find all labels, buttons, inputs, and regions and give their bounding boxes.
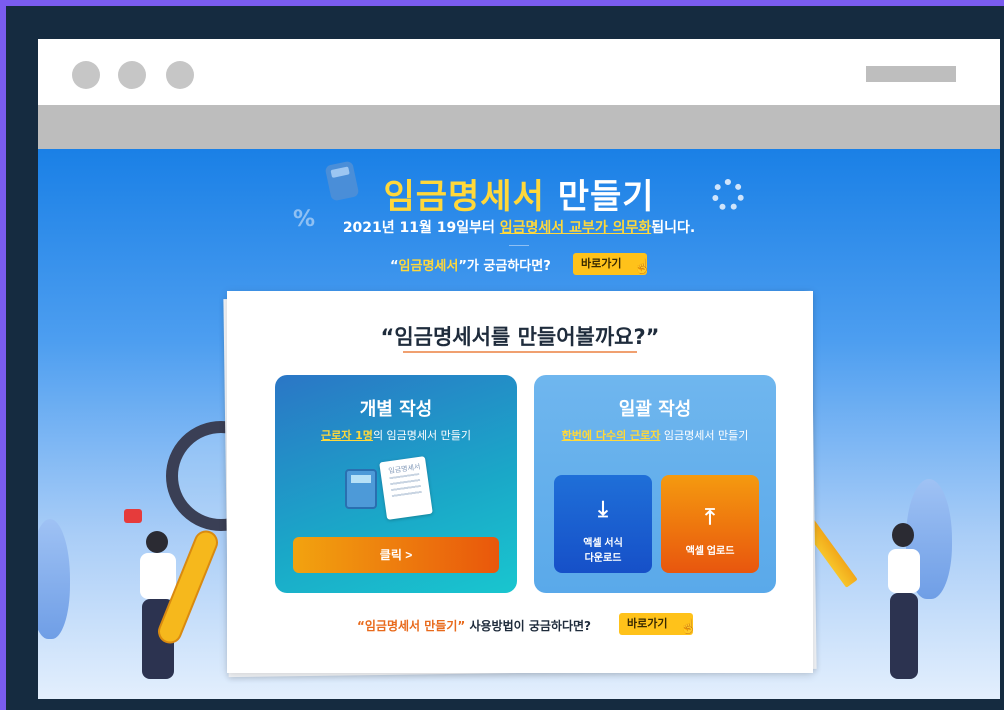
person-pencil-illustration bbox=[876, 519, 936, 689]
download-label: 액셀 서식 다운로드 bbox=[583, 538, 623, 564]
hero-question: “임금명세서”가 궁금하다면? bbox=[390, 255, 551, 274]
individual-desc: 근로자 1명의 임금명세서 만들기 bbox=[275, 427, 517, 443]
document-icon: 임금명세서 bbox=[379, 456, 433, 520]
person-pants bbox=[890, 593, 918, 679]
pointer-hand-icon: ☝ bbox=[679, 618, 697, 634]
page-content: % 임금명세서 만들기 2021년 11월 19일부터 임금명세서 교부가 의무… bbox=[38, 149, 1000, 699]
individual-click-button[interactable]: 클릭 > bbox=[293, 537, 499, 573]
bulk-title: 일괄 작성 bbox=[618, 399, 692, 420]
individual-desc-rest: 의 임금명세서 만들기 bbox=[372, 429, 472, 442]
hero-go-label: 바로가기 bbox=[581, 258, 622, 270]
window-close-control[interactable] bbox=[72, 61, 100, 89]
question-rest: ”가 궁금하다면? bbox=[458, 259, 551, 274]
usage-go-label: 바로가기 bbox=[627, 618, 668, 630]
hero-sub-underline: 임금명세서 교부가 의무화 bbox=[499, 220, 652, 236]
divider bbox=[509, 245, 529, 246]
title-highlight: 임금명세서 bbox=[383, 177, 545, 217]
payslip-illustration: 임금명세서 bbox=[345, 456, 445, 520]
excel-upload-button[interactable]: ⤒ 액셀 업로드 bbox=[661, 475, 759, 573]
hero-subtitle: 2021년 11월 19일부터 임금명세서 교부가 의무화됩니다. bbox=[38, 217, 1000, 237]
upload-icon: ⤒ bbox=[705, 503, 715, 529]
outer-frame: % 임금명세서 만들기 2021년 11월 19일부터 임금명세서 교부가 의무… bbox=[6, 6, 1004, 710]
panel-title: “임금명세서를 만들어볼까요?” bbox=[380, 325, 660, 349]
calculator-icon bbox=[345, 469, 377, 509]
individual-card: 개별 작성 근로자 1명의 임금명세서 만들기 임금명세서 클릭 > bbox=[275, 375, 517, 593]
title-rest: 만들기 bbox=[544, 177, 655, 217]
hero-sub-mid: 부터 bbox=[469, 220, 500, 236]
individual-desc-highlight: 근로자 1명 bbox=[320, 429, 373, 442]
pointer-hand-icon: ☝ bbox=[633, 258, 651, 274]
download-icon: ⤓ bbox=[598, 496, 608, 521]
page-title: 임금명세서 만들기 bbox=[38, 169, 1000, 218]
window-minimize-control[interactable] bbox=[118, 61, 146, 89]
usage-go-button[interactable]: 바로가기 ☝ bbox=[619, 613, 697, 635]
window-maximize-control[interactable] bbox=[166, 61, 194, 89]
person-shirt bbox=[140, 553, 176, 599]
hero-go-button[interactable]: 바로가기 ☝ bbox=[573, 253, 651, 275]
usage-rest: 사용방법이 궁금하다면? bbox=[465, 619, 591, 633]
bulk-desc-rest: 임금명세서 만들기 bbox=[660, 429, 749, 442]
panel-title-underline bbox=[403, 351, 637, 353]
megaphone-icon bbox=[124, 509, 142, 523]
hero-sub-end: 됩니다. bbox=[651, 220, 696, 236]
browser-toolbar bbox=[38, 105, 1000, 149]
tree-decoration-left bbox=[38, 519, 70, 639]
window-titlebar bbox=[38, 39, 1000, 105]
question-keyword: 임금명세서 bbox=[398, 259, 459, 274]
usage-question: “임금명세서 만들기” 사용방법이 궁금하다면? bbox=[357, 617, 591, 634]
usage-keyword: “임금명세서 만들기” bbox=[357, 619, 466, 633]
document-label: 임금명세서 bbox=[387, 462, 421, 476]
bulk-desc-highlight: 한번에 다수의 근로자 bbox=[561, 429, 661, 442]
individual-title: 개별 작성 bbox=[359, 399, 433, 420]
bulk-desc: 한번에 다수의 근로자 임금명세서 만들기 bbox=[534, 427, 776, 443]
bulk-card: 일괄 작성 한번에 다수의 근로자 임금명세서 만들기 ⤓ 액셀 서식 다운로드… bbox=[534, 375, 776, 593]
person-head bbox=[146, 531, 168, 553]
person-head bbox=[892, 523, 914, 547]
browser-window: % 임금명세서 만들기 2021년 11월 19일부터 임금명세서 교부가 의무… bbox=[38, 39, 1000, 699]
main-panel: “임금명세서를 만들어볼까요?” 개별 작성 근로자 1명의 임금명세서 만들기… bbox=[227, 291, 813, 673]
hero-sub-date: 2021년 11월 19일 bbox=[342, 220, 470, 236]
click-label: 클릭 > bbox=[379, 548, 413, 562]
question-open-quote: “ bbox=[390, 259, 399, 274]
person-shirt bbox=[888, 549, 920, 593]
upload-label: 액셀 업로드 bbox=[685, 545, 735, 557]
address-bar-placeholder bbox=[866, 66, 956, 82]
excel-download-button[interactable]: ⤓ 액셀 서식 다운로드 bbox=[554, 475, 652, 573]
